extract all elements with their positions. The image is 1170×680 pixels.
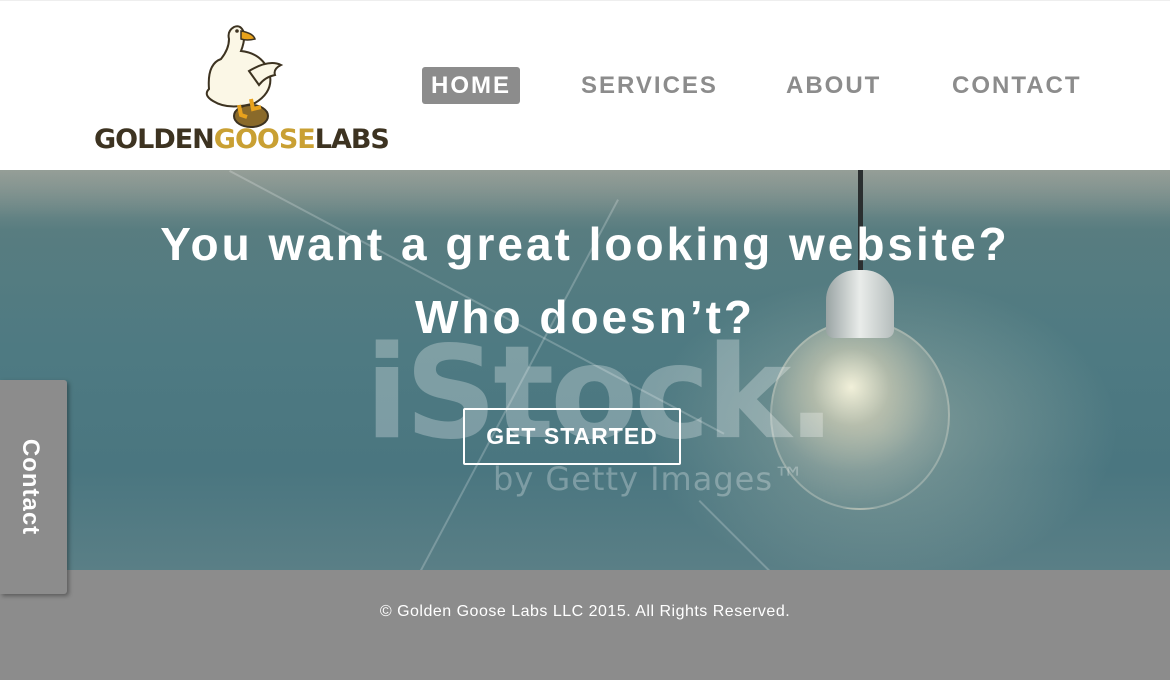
logo-word-goose: GOOSE — [213, 124, 316, 155]
logo-word-labs: LABS — [314, 124, 390, 155]
goose-icon — [205, 25, 284, 128]
hero-headline-line1: You want a great looking website? — [160, 218, 1010, 270]
site-logo[interactable]: GOLDENGOOSELABS — [94, 19, 390, 155]
stock-watermark-sub: by Getty Images™ — [493, 460, 806, 498]
hero-headline-line2: Who doesn’t? — [414, 291, 756, 343]
nav-item-contact[interactable]: CONTACT — [943, 67, 1091, 104]
side-contact-label: Contact — [17, 438, 44, 536]
site-header: GOLDENGOOSELABS HOME SERVICES ABOUT CONT… — [0, 0, 1170, 170]
hero-banner: iStock. by Getty Images™ You want a grea… — [0, 170, 1170, 570]
logo-word-golden: GOLDEN — [94, 124, 215, 155]
nav-item-about[interactable]: ABOUT — [777, 67, 890, 104]
nav-item-home[interactable]: HOME — [422, 67, 520, 104]
footer-copyright: © Golden Goose Labs LLC 2015. All Rights… — [379, 603, 791, 620]
get-started-button[interactable]: GET STARTED — [463, 408, 681, 465]
nav-item-services[interactable]: SERVICES — [572, 67, 727, 104]
side-contact-tab[interactable]: Contact — [0, 380, 67, 594]
logo-wordmark: GOLDENGOOSELABS — [94, 123, 390, 157]
site-footer: © Golden Goose Labs LLC 2015. All Rights… — [0, 570, 1170, 680]
